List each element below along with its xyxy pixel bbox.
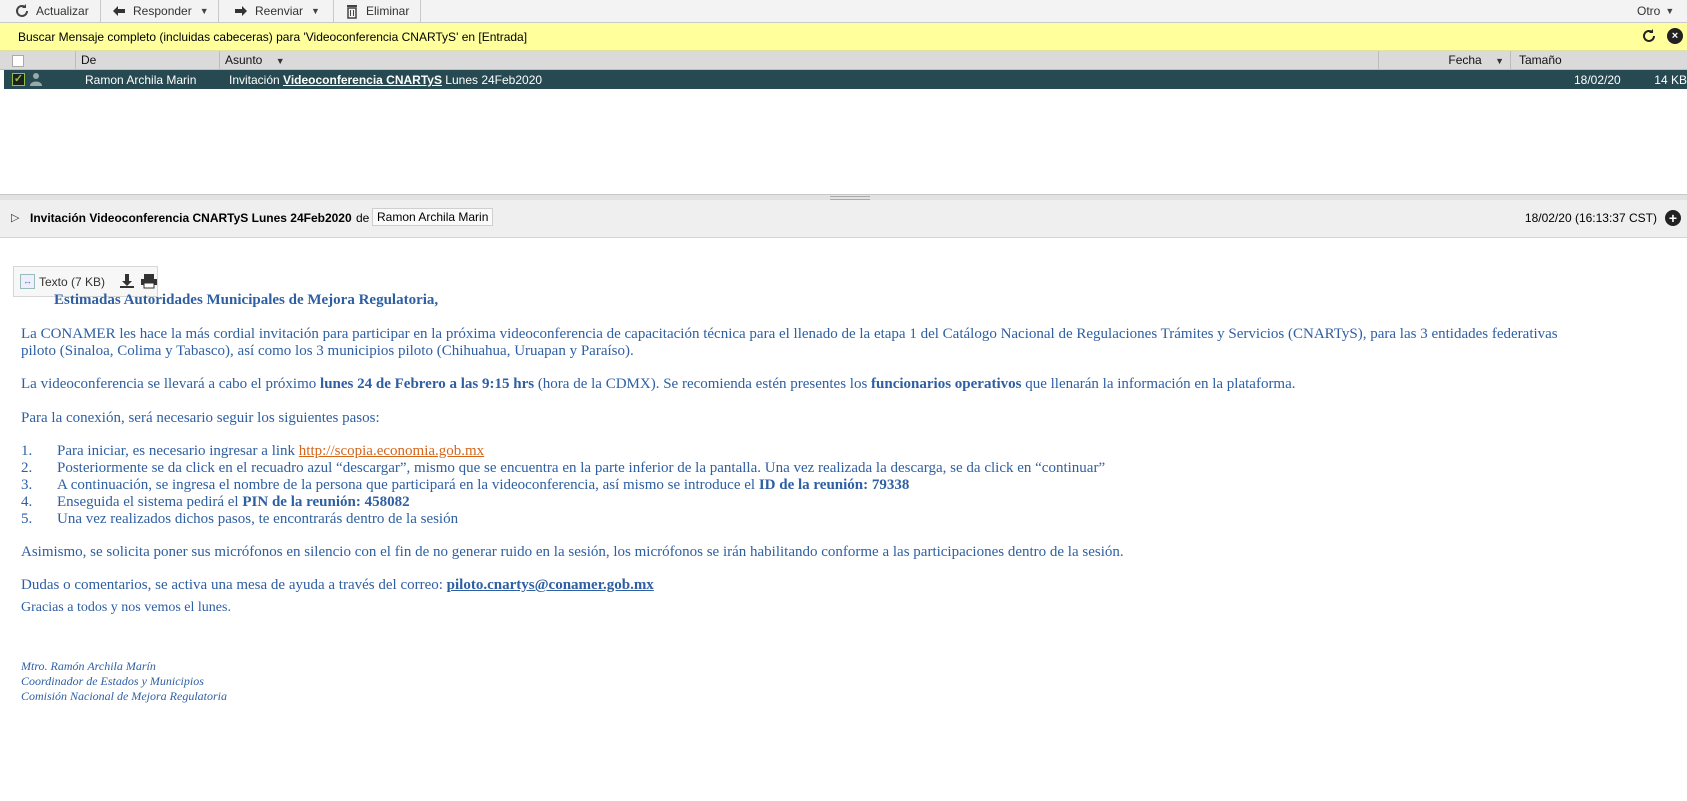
step-text: Una vez realizados dichos pasos, te enco… xyxy=(57,511,459,527)
step-1: 1. Para iniciar, es necesario ingresar a … xyxy=(21,443,484,460)
row-date: 18/02/20 xyxy=(1574,73,1621,87)
preview-date: 18/02/20 (16:13:37 CST) xyxy=(1524,211,1657,225)
search-notice-bar: Buscar Mensaje completo (incluidas cabec… xyxy=(0,23,1687,51)
row-from: Ramon Archila Marin xyxy=(85,73,197,87)
p2-text: La videoconferencia se llevará a cabo el… xyxy=(21,376,321,392)
step-text: Para iniciar, es necesario ingresar a li… xyxy=(57,443,299,459)
toggle-triangle-icon[interactable]: ▷ xyxy=(11,211,19,224)
row-subject-match: Videoconferencia CNARTyS xyxy=(283,73,442,87)
delete-button[interactable]: Eliminar xyxy=(334,0,421,22)
column-size[interactable]: Tamaño xyxy=(1510,51,1687,69)
text-file-icon: ↔ xyxy=(20,274,35,289)
column-from-label: De xyxy=(81,53,97,67)
chevron-down-icon[interactable]: ▼ xyxy=(311,6,320,16)
column-date-label: Fecha xyxy=(1448,53,1482,67)
column-size-label: Tamaño xyxy=(1519,53,1562,67)
step-4: 4. Enseguida el sistema pedirá el PIN de … xyxy=(21,494,410,511)
attachment-label[interactable]: Texto (7 KB) xyxy=(39,275,105,289)
preview-header: ▷ Invitación Videoconferencia CNARTyS Lu… xyxy=(0,200,1687,238)
column-subject[interactable]: Asunto ▼ xyxy=(219,51,1375,69)
step-number: 2. xyxy=(21,460,33,476)
row-size: 14 KB xyxy=(1654,73,1687,87)
meeting-pin-bold: PIN de la reunión: 458082 xyxy=(242,494,410,510)
preview-sender[interactable]: Ramon Archila Marin xyxy=(372,208,494,226)
p2-staff-bold: funcionarios operativos xyxy=(871,376,1022,392)
email-p1-line1: La CONAMER les hace la más cordial invit… xyxy=(21,326,1558,342)
signature-title: Coordinador de Estados y Municipios xyxy=(21,674,204,688)
close-icon[interactable]: × xyxy=(1667,28,1683,44)
preview-subject: Invitación Videoconferencia CNARTyS Lune… xyxy=(30,211,352,225)
step-number: 3. xyxy=(21,477,33,493)
step-number: 5. xyxy=(21,511,33,527)
reply-arrow-icon xyxy=(113,6,125,16)
row-subject-suffix: Lunes 24Feb2020 xyxy=(441,73,543,87)
step-3: 3. A continuación, se ingresa el nombre d… xyxy=(21,477,909,494)
reply-label: Responder xyxy=(133,4,192,18)
other-menu-button[interactable]: Otro ▼ xyxy=(1637,0,1687,22)
p2-text: que llenarán la información en la plataf… xyxy=(1021,376,1296,392)
download-icon[interactable] xyxy=(119,273,135,289)
p2-text: (hora de la CDMX). Se recomienda estén p… xyxy=(534,376,872,392)
step-5: 5. Una vez realizados dichos pasos, te en… xyxy=(21,511,458,528)
plus-icon[interactable]: + xyxy=(1665,210,1681,226)
p5-text: Dudas o comentarios, se activa una mesa … xyxy=(21,577,447,593)
help-email-link[interactable]: piloto.cnartys@conamer.gob.mx xyxy=(447,577,654,593)
step-text: Enseguida el sistema pedirá el xyxy=(57,494,243,510)
chevron-down-icon: ▼ xyxy=(1665,6,1675,16)
row-subject-prefix: Invitación xyxy=(229,73,284,87)
email-greeting: Estimadas Autoridades Municipales de Mej… xyxy=(54,292,439,308)
scopia-link[interactable]: http://scopia.economia.gob.mx xyxy=(299,443,484,459)
forward-label: Reenviar xyxy=(255,4,304,18)
column-from[interactable]: De xyxy=(75,51,219,69)
message-list-header: De Asunto ▼ Fecha ▼ Tamaño xyxy=(0,51,1687,70)
row-checkbox[interactable]: ✓ xyxy=(12,73,25,86)
email-p6: Gracias a todos y nos vemos el lunes. xyxy=(21,600,231,615)
toolbar: Actualizar Responder ▼ Reenviar ▼ Elimin… xyxy=(0,0,1687,23)
other-label: Otro xyxy=(1637,4,1661,18)
signature-org: Comisión Nacional de Mejora Regulatoria xyxy=(21,689,227,703)
refresh-icon[interactable] xyxy=(1641,28,1657,44)
person-icon xyxy=(30,73,42,86)
print-icon[interactable] xyxy=(140,273,158,289)
step-number: 4. xyxy=(21,494,33,510)
step-text: A continuación, se ingresa el nombre de … xyxy=(57,477,759,493)
chevron-down-icon[interactable]: ▼ xyxy=(200,6,209,16)
refresh-label: Actualizar xyxy=(36,4,89,18)
sort-caret-icon: ▼ xyxy=(1495,56,1504,66)
forward-button[interactable]: Reenviar ▼ xyxy=(219,0,334,22)
trash-icon xyxy=(347,5,357,19)
sort-caret-icon: ▼ xyxy=(275,56,285,66)
refresh-icon xyxy=(16,4,28,17)
step-number: 1. xyxy=(21,443,33,459)
email-p4: Asimismo, se solicita poner sus micrófon… xyxy=(21,544,1124,560)
signature-name: Mtro. Ramón Archila Marín xyxy=(21,659,156,673)
refresh-button[interactable]: Actualizar xyxy=(0,0,101,22)
message-row[interactable]: ✓ Ramon Archila Marin Invitación Videoco… xyxy=(4,70,1687,89)
email-p2: La videoconferencia se llevará a cabo el… xyxy=(21,376,1296,393)
email-p1-line2: piloto (Sinaloa, Colima y Tabasco), así … xyxy=(21,343,634,359)
email-p3: Para la conexión, será necesario seguir … xyxy=(21,410,380,426)
meeting-id-bold: ID de la reunión: 79338 xyxy=(758,477,910,493)
email-p5: Dudas o comentarios, se activa una mesa … xyxy=(21,577,654,594)
column-date[interactable]: Fecha ▼ xyxy=(1378,51,1510,69)
search-notice-text: Buscar Mensaje completo (incluidas cabec… xyxy=(18,30,528,44)
forward-arrow-icon xyxy=(235,6,247,16)
row-subject: Invitación Videoconferencia CNARTyS Lune… xyxy=(229,73,542,87)
column-subject-label: Asunto xyxy=(225,53,263,67)
step-2: 2. Posteriormente se da click en el recua… xyxy=(21,460,1105,477)
select-all-checkbox[interactable] xyxy=(12,55,24,67)
step-text: Posteriormente se da click en el recuadr… xyxy=(57,460,1106,476)
delete-label: Eliminar xyxy=(366,4,410,18)
preview-de-label: de xyxy=(356,211,370,225)
p2-date-bold: lunes 24 de Febrero a las 9:15 hrs xyxy=(320,376,535,392)
reply-button[interactable]: Responder ▼ xyxy=(101,0,219,22)
